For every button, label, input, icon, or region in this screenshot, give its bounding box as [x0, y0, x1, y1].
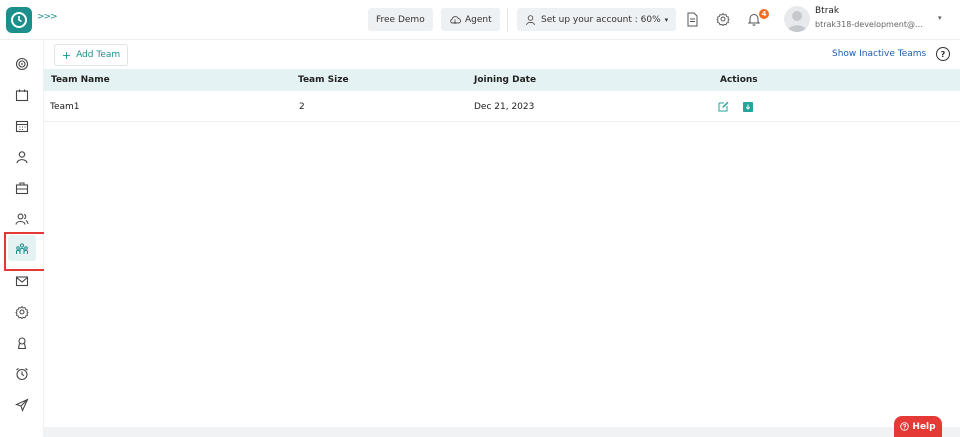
user-email: btrak318-development@gm...: [815, 20, 927, 29]
app-logo[interactable]: [6, 7, 32, 33]
send-icon[interactable]: [12, 395, 32, 415]
edit-icon[interactable]: [718, 101, 729, 112]
avatar-placeholder-icon: [787, 11, 807, 32]
help-button[interactable]: Help: [894, 416, 942, 437]
chevron-down-icon: ▾: [664, 15, 669, 24]
plus-icon: +: [61, 48, 72, 62]
calendar-icon[interactable]: [12, 85, 32, 105]
top-bar: >>> Free Demo Agent Set up your account …: [0, 0, 960, 40]
cell-team-size: 2: [299, 102, 305, 112]
column-header-joining-date[interactable]: Joining Date: [474, 75, 536, 85]
header-divider: [507, 8, 508, 32]
cell-joining-date: Dec 21, 2023: [474, 102, 535, 112]
help-label: Help: [912, 421, 936, 432]
avatar[interactable]: [784, 6, 810, 32]
help-circle-icon[interactable]: ?: [936, 47, 950, 61]
archive-icon[interactable]: [743, 102, 753, 112]
user-setup-icon: [526, 14, 535, 25]
team-nav-highlight: [4, 232, 46, 271]
notification-badge: 4: [759, 9, 769, 19]
show-inactive-teams-link[interactable]: Show Inactive Teams: [832, 49, 926, 59]
add-team-label: Add Team: [76, 50, 121, 60]
settings-icon[interactable]: [714, 10, 732, 28]
user-icon[interactable]: [12, 147, 32, 167]
agent-label: Agent: [465, 14, 492, 25]
calendar-grid-icon[interactable]: [12, 116, 32, 136]
cell-team-name: Team1: [50, 102, 80, 112]
briefcase-icon[interactable]: [12, 178, 32, 198]
setup-account-button[interactable]: Set up your account : 60% ▾: [517, 8, 677, 31]
clock-logo-icon: [11, 12, 27, 28]
help-question-icon: [900, 422, 910, 431]
user-name: Btrak: [815, 6, 840, 16]
archive-arrow-icon: [745, 104, 751, 110]
horizontal-scrollbar[interactable]: [44, 427, 960, 437]
add-team-button[interactable]: + Add Team: [54, 44, 128, 66]
users-icon[interactable]: [12, 209, 32, 229]
document-icon[interactable]: [683, 10, 701, 28]
agent-button[interactable]: Agent: [441, 8, 500, 31]
profile-chevron-down-icon[interactable]: ▾: [938, 14, 942, 22]
alarm-icon[interactable]: [12, 364, 32, 384]
settings-nav-icon[interactable]: [12, 302, 32, 322]
free-demo-label: Free Demo: [376, 14, 425, 25]
cloud-download-icon: [450, 15, 461, 24]
column-header-team-name[interactable]: Team Name: [51, 75, 110, 85]
badge-icon[interactable]: [12, 333, 32, 353]
mail-icon[interactable]: [12, 271, 32, 291]
column-header-team-size[interactable]: Team Size: [298, 75, 349, 85]
expand-sidebar-icon[interactable]: >>>: [37, 12, 58, 22]
free-demo-button[interactable]: Free Demo: [368, 8, 433, 31]
column-header-actions: Actions: [720, 75, 758, 85]
setup-account-label: Set up your account : 60%: [541, 14, 661, 25]
dashboard-icon[interactable]: [12, 54, 32, 74]
